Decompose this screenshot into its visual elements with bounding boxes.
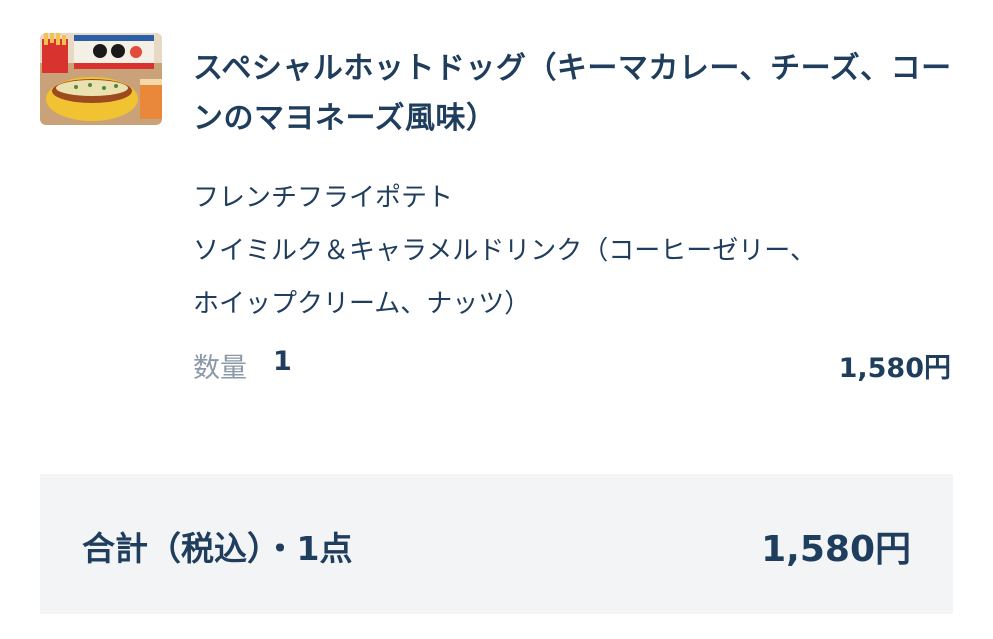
item-price: 1,580円 — [838, 353, 951, 384]
product-thumbnail — [40, 33, 162, 125]
product-options: フレンチフライポテト ソイミルク＆キャラメルドリンク（コーヒーゼリー、 ホイップ… — [193, 172, 953, 331]
product-name: スペシャルホットドッグ（キーマカレー、チーズ、コーンのマヨネーズ風味） — [193, 51, 952, 136]
total-summary-box: 合計（税込）・1点 1,580円 — [40, 474, 953, 614]
total-price: 1,580円 — [761, 529, 911, 570]
option-line: フレンチフライポテト — [193, 183, 454, 213]
option-line: ソイミルク＆キャラメルドリンク（コーヒーゼリー、 — [193, 236, 816, 266]
order-summary-page: スペシャルホットドッグ（キーマカレー、チーズ、コーンのマヨネーズ風味） フレンチ… — [0, 0, 993, 639]
quantity-label: 数量 — [193, 353, 247, 384]
total-label: 合計（税込）・1点 — [82, 529, 353, 568]
option-line: ホイップクリーム、ナッツ） — [193, 289, 531, 319]
hotdog-set-image — [40, 33, 162, 125]
quantity-value: 1 — [273, 346, 292, 377]
